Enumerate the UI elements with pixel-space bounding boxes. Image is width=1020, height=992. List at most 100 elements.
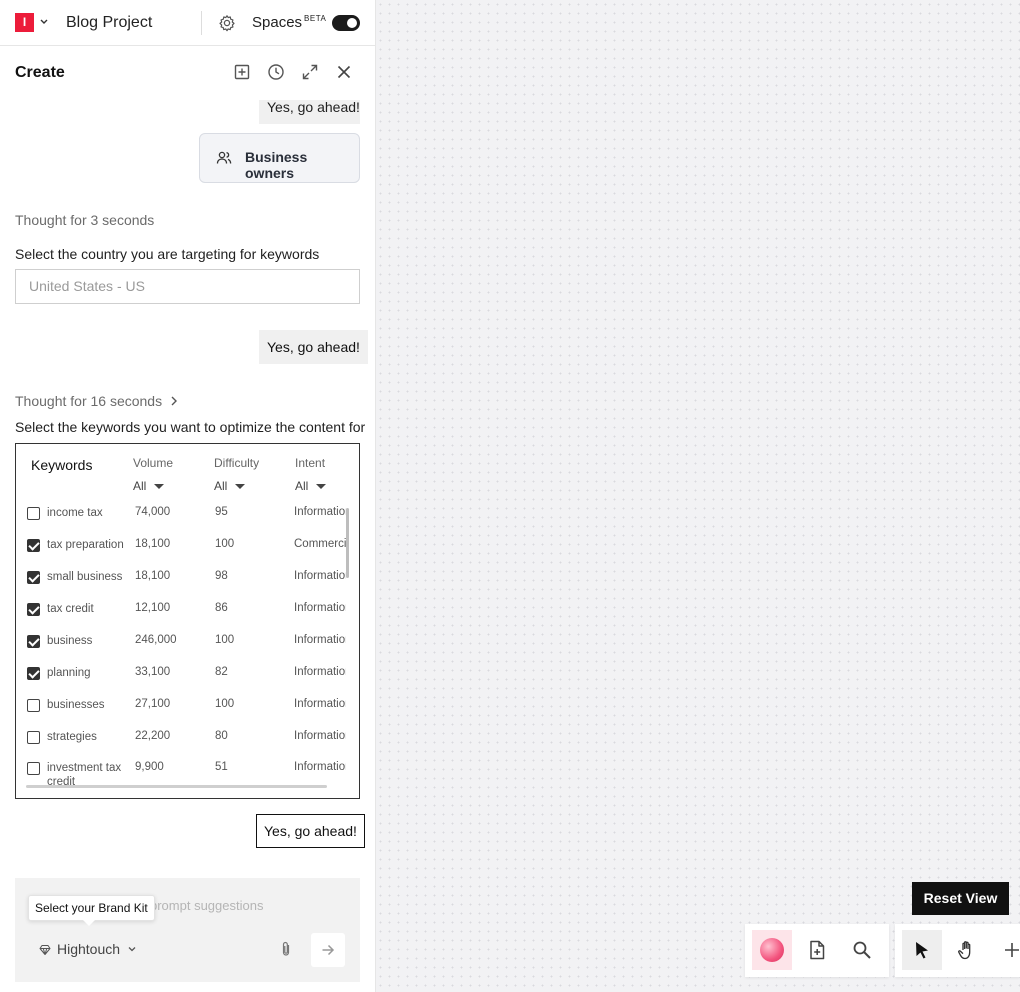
volume-cell: 12,100 [135,602,171,614]
keyword-checkbox[interactable] [27,539,40,552]
table-row[interactable]: income tax 74,000 95 Informational [16,498,359,530]
keyword-cell: tax preparation [47,539,124,551]
send-button[interactable] [311,933,345,967]
keyword-cell: planning [47,667,91,679]
difficulty-filter[interactable]: All [214,479,246,493]
difficulty-cell: 86 [215,602,228,614]
table-row[interactable]: tax credit 12,100 86 Informational [16,594,359,626]
brand-kit-selector[interactable]: Hightouch [57,941,137,957]
difficulty-cell: 100 [215,698,235,710]
ai-assistant-button[interactable] [752,930,792,970]
difficulty-cell: 82 [215,666,228,678]
keywords-prompt: Select the keywords you want to optimize… [15,419,366,435]
difficulty-cell: 100 [215,538,235,550]
keyword-cell: income tax [47,507,103,519]
design-canvas[interactable] [376,0,1020,992]
difficulty-cell: 80 [215,730,228,742]
intent-cell: Informational [294,634,346,646]
intent-cell: Informational [294,761,346,773]
keyword-checkbox[interactable] [27,731,40,744]
volume-cell: 33,100 [135,666,171,678]
paperclip-icon[interactable] [279,940,293,958]
column-header-intent: Intent [295,456,326,470]
beta-badge: BETA [304,14,327,23]
user-message-partial: Yes, go ahead! [259,100,360,124]
keyword-checkbox[interactable] [27,507,40,520]
keyword-cell: businesses [47,699,105,711]
table-row[interactable]: investment tax credit9,90051Informationa… [16,753,359,788]
intent-cell: Informational [294,730,346,742]
keyword-cell: strategies [47,731,97,743]
prompt-placeholder: prompt suggestions [150,898,264,913]
volume-cell: 9,900 [135,761,164,773]
intent-cell: Informational [294,698,346,710]
file-plus-icon [810,940,825,960]
column-header-volume: Volume [133,456,174,470]
column-header-difficulty: Difficulty [214,456,260,470]
panel-title: Create [15,64,65,81]
spaces-toggle[interactable] [332,15,360,31]
audience-chip[interactable]: Business owners [199,133,360,183]
thought-status: Thought for 3 seconds [15,212,155,228]
volume-cell: 18,100 [135,570,171,582]
keyword-checkbox[interactable] [27,667,40,680]
keyword-checkbox[interactable] [27,603,40,616]
close-icon[interactable] [335,63,353,81]
expand-icon[interactable] [301,63,319,81]
prompt-composer[interactable]: prompt suggestions [15,878,360,982]
create-panel: I Blog Project Spaces BETA Create Yes, go… [0,0,376,992]
table-row[interactable]: strategies 22,200 80 Informational [16,722,359,754]
plus-icon [1005,943,1019,957]
pointer-icon [916,942,928,959]
reset-view-button[interactable]: Reset View [912,882,1009,915]
keyword-checkbox[interactable] [27,635,40,648]
intent-filter[interactable]: All [295,479,327,493]
intent-cell: Informational [294,570,346,582]
gear-icon[interactable] [218,14,236,32]
search-icon [853,941,871,959]
table-row[interactable]: business 246,000 100 Informational [16,626,359,658]
add-tool[interactable] [992,930,1020,970]
keyword-checkbox[interactable] [27,762,40,775]
keyword-cell: tax credit [47,603,94,615]
keyword-checkbox[interactable] [27,571,40,584]
table-row[interactable]: tax preparation 18,100 100 Commercial [16,530,359,562]
project-name[interactable]: Blog Project [66,14,152,32]
difficulty-cell: 98 [215,570,228,582]
gem-icon [39,945,51,955]
pointer-tool[interactable] [902,930,942,970]
confirm-keywords-button[interactable]: Yes, go ahead! [256,814,365,848]
add-frame-icon[interactable] [233,63,251,81]
thought-toggle[interactable]: Thought for 16 seconds [15,393,179,409]
intent-cell: Commercial [294,538,346,550]
keyword-cell: business [47,635,93,647]
country-input[interactable]: United States - US [15,269,360,304]
user-message: Yes, go ahead! [259,330,368,364]
hand-icon [958,941,971,960]
hand-tool[interactable] [947,930,987,970]
chevron-down-icon[interactable] [38,15,50,29]
volume-cell: 246,000 [135,634,177,646]
horizontal-scrollbar[interactable] [26,785,327,788]
volume-cell: 27,100 [135,698,171,710]
table-row[interactable]: small business 18,100 98 Informational [16,562,359,594]
chevron-right-icon [171,396,177,406]
new-page-button[interactable] [797,930,837,970]
audience-chip-label: Business owners [245,149,308,181]
ai-orb-icon [760,938,784,962]
volume-cell: 18,100 [135,538,171,550]
users-icon [216,151,232,164]
difficulty-cell: 100 [215,634,235,646]
spaces-label: Spaces BETA [252,14,327,31]
canvas-toolbar-right [895,924,1020,977]
vertical-scrollbar[interactable] [346,508,349,578]
volume-filter[interactable]: All [133,479,165,493]
table-row[interactable]: businesses 27,100 100 Informational [16,690,359,722]
canvas-toolbar-left [745,924,889,977]
table-row[interactable]: planning 33,100 82 Informational [16,658,359,690]
keyword-checkbox[interactable] [27,699,40,712]
brand-kit-tooltip: Select your Brand Kit [28,895,155,926]
search-button[interactable] [842,930,882,970]
app-logo[interactable]: I [15,13,34,32]
clock-icon[interactable] [267,63,285,81]
